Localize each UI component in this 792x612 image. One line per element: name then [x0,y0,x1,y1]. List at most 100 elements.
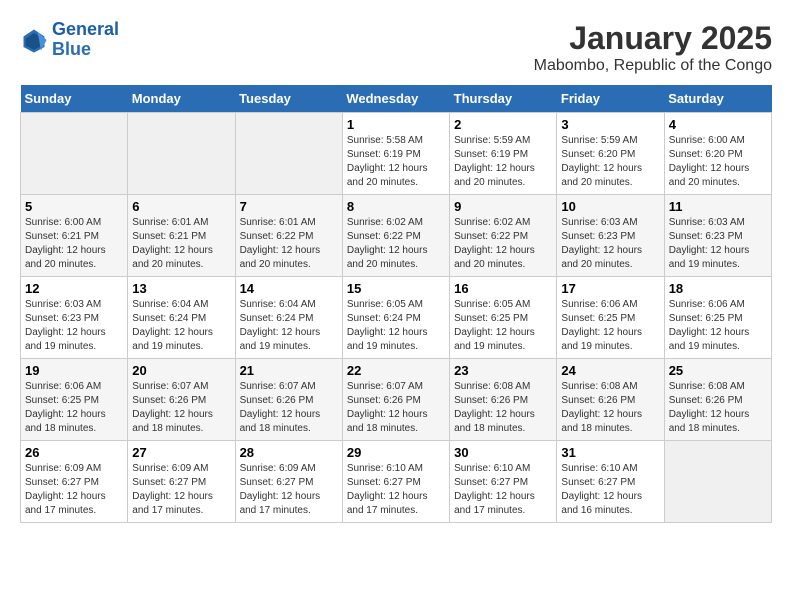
header-cell-wednesday: Wednesday [342,85,449,113]
day-info: Sunrise: 6:03 AM Sunset: 6:23 PM Dayligh… [25,298,123,354]
day-cell: 20 Sunrise: 6:07 AM Sunset: 6:26 PM Dayli… [128,359,235,441]
day-info: Sunrise: 5:58 AM Sunset: 6:19 PM Dayligh… [347,134,445,190]
day-cell: 28 Sunrise: 6:09 AM Sunset: 6:27 PM Dayli… [235,441,342,523]
logo-icon [20,26,48,54]
day-cell [128,113,235,195]
day-info: Sunrise: 6:03 AM Sunset: 6:23 PM Dayligh… [561,216,659,272]
day-info: Sunrise: 6:05 AM Sunset: 6:25 PM Dayligh… [454,298,552,354]
day-cell: 17 Sunrise: 6:06 AM Sunset: 6:25 PM Dayli… [557,277,664,359]
day-number: 20 [132,363,230,378]
day-info: Sunrise: 5:59 AM Sunset: 6:19 PM Dayligh… [454,134,552,190]
day-cell: 29 Sunrise: 6:10 AM Sunset: 6:27 PM Dayli… [342,441,449,523]
day-cell: 26Sunrise: 6:09 AM Sunset: 6:27 PM Dayli… [21,441,128,523]
day-number: 17 [561,281,659,296]
day-cell: 16Sunrise: 6:05 AM Sunset: 6:25 PM Dayli… [450,277,557,359]
day-info: Sunrise: 6:04 AM Sunset: 6:24 PM Dayligh… [132,298,230,354]
day-number: 10 [561,199,659,214]
day-number: 7 [240,199,338,214]
day-number: 13 [132,281,230,296]
subtitle: Mabombo, Republic of the Congo [534,57,772,75]
day-info: Sunrise: 6:10 AM Sunset: 6:27 PM Dayligh… [347,462,445,518]
day-info: Sunrise: 6:06 AM Sunset: 6:25 PM Dayligh… [669,298,767,354]
day-info: Sunrise: 6:08 AM Sunset: 6:26 PM Dayligh… [561,380,659,436]
day-info: Sunrise: 6:06 AM Sunset: 6:25 PM Dayligh… [561,298,659,354]
day-cell: 3Sunrise: 5:59 AM Sunset: 6:20 PM Daylig… [557,113,664,195]
day-number: 24 [561,363,659,378]
logo-text: General Blue [52,20,119,60]
day-info: Sunrise: 6:09 AM Sunset: 6:27 PM Dayligh… [240,462,338,518]
day-number: 28 [240,445,338,460]
main-title: January 2025 [534,20,772,57]
day-cell: 13 Sunrise: 6:04 AM Sunset: 6:24 PM Dayli… [128,277,235,359]
day-cell: 31Sunrise: 6:10 AM Sunset: 6:27 PM Dayli… [557,441,664,523]
day-cell: 25 Sunrise: 6:08 AM Sunset: 6:26 PM Dayli… [664,359,771,441]
day-info: Sunrise: 6:07 AM Sunset: 6:26 PM Dayligh… [347,380,445,436]
logo: General Blue [20,20,119,60]
day-info: Sunrise: 6:09 AM Sunset: 6:27 PM Dayligh… [132,462,230,518]
header-row: SundayMondayTuesdayWednesdayThursdayFrid… [21,85,772,113]
day-number: 5 [25,199,123,214]
day-cell: 9Sunrise: 6:02 AM Sunset: 6:22 PM Daylig… [450,195,557,277]
day-info: Sunrise: 6:08 AM Sunset: 6:26 PM Dayligh… [454,380,552,436]
day-info: Sunrise: 6:10 AM Sunset: 6:27 PM Dayligh… [561,462,659,518]
day-cell: 15 Sunrise: 6:05 AM Sunset: 6:24 PM Dayli… [342,277,449,359]
day-cell: 23 Sunrise: 6:08 AM Sunset: 6:26 PM Dayli… [450,359,557,441]
day-info: Sunrise: 6:00 AM Sunset: 6:20 PM Dayligh… [669,134,767,190]
day-cell: 27Sunrise: 6:09 AM Sunset: 6:27 PM Dayli… [128,441,235,523]
day-info: Sunrise: 6:01 AM Sunset: 6:21 PM Dayligh… [132,216,230,272]
day-number: 8 [347,199,445,214]
day-info: Sunrise: 6:01 AM Sunset: 6:22 PM Dayligh… [240,216,338,272]
day-number: 25 [669,363,767,378]
day-cell: 21Sunrise: 6:07 AM Sunset: 6:26 PM Dayli… [235,359,342,441]
day-cell: 10 Sunrise: 6:03 AM Sunset: 6:23 PM Dayli… [557,195,664,277]
day-info: Sunrise: 6:00 AM Sunset: 6:21 PM Dayligh… [25,216,123,272]
day-cell: 8 Sunrise: 6:02 AM Sunset: 6:22 PM Daylig… [342,195,449,277]
day-cell: 12 Sunrise: 6:03 AM Sunset: 6:23 PM Dayli… [21,277,128,359]
day-number: 9 [454,199,552,214]
day-cell: 2 Sunrise: 5:59 AM Sunset: 6:19 PM Daylig… [450,113,557,195]
day-number: 18 [669,281,767,296]
calendar-header: SundayMondayTuesdayWednesdayThursdayFrid… [21,85,772,113]
day-info: Sunrise: 6:08 AM Sunset: 6:26 PM Dayligh… [669,380,767,436]
day-info: Sunrise: 6:09 AM Sunset: 6:27 PM Dayligh… [25,462,123,518]
header-cell-friday: Friday [557,85,664,113]
day-cell: 22 Sunrise: 6:07 AM Sunset: 6:26 PM Dayli… [342,359,449,441]
day-number: 15 [347,281,445,296]
header-cell-sunday: Sunday [21,85,128,113]
day-cell: 5 Sunrise: 6:00 AM Sunset: 6:21 PM Daylig… [21,195,128,277]
day-number: 29 [347,445,445,460]
calendar-table: SundayMondayTuesdayWednesdayThursdayFrid… [20,85,772,523]
header-cell-monday: Monday [128,85,235,113]
day-number: 30 [454,445,552,460]
week-row-1: 1 Sunrise: 5:58 AM Sunset: 6:19 PM Daylig… [21,113,772,195]
day-info: Sunrise: 6:06 AM Sunset: 6:25 PM Dayligh… [25,380,123,436]
day-cell: 19Sunrise: 6:06 AM Sunset: 6:25 PM Dayli… [21,359,128,441]
day-number: 22 [347,363,445,378]
week-row-5: 26Sunrise: 6:09 AM Sunset: 6:27 PM Dayli… [21,441,772,523]
day-cell: 6 Sunrise: 6:01 AM Sunset: 6:21 PM Daylig… [128,195,235,277]
day-number: 23 [454,363,552,378]
day-info: Sunrise: 6:04 AM Sunset: 6:24 PM Dayligh… [240,298,338,354]
day-cell [21,113,128,195]
day-number: 14 [240,281,338,296]
day-cell: 18 Sunrise: 6:06 AM Sunset: 6:25 PM Dayli… [664,277,771,359]
day-cell: 1 Sunrise: 5:58 AM Sunset: 6:19 PM Daylig… [342,113,449,195]
day-info: Sunrise: 6:02 AM Sunset: 6:22 PM Dayligh… [347,216,445,272]
day-info: Sunrise: 6:05 AM Sunset: 6:24 PM Dayligh… [347,298,445,354]
day-cell: 24 Sunrise: 6:08 AM Sunset: 6:26 PM Dayli… [557,359,664,441]
title-area: January 2025 Mabombo, Republic of the Co… [534,20,772,75]
header: General Blue January 2025 Mabombo, Repub… [20,20,772,75]
day-cell: 4Sunrise: 6:00 AM Sunset: 6:20 PM Daylig… [664,113,771,195]
day-info: Sunrise: 6:03 AM Sunset: 6:23 PM Dayligh… [669,216,767,272]
day-number: 12 [25,281,123,296]
calendar-body: 1 Sunrise: 5:58 AM Sunset: 6:19 PM Daylig… [21,113,772,523]
day-number: 1 [347,117,445,132]
day-number: 6 [132,199,230,214]
day-number: 11 [669,199,767,214]
day-number: 2 [454,117,552,132]
day-info: Sunrise: 6:07 AM Sunset: 6:26 PM Dayligh… [132,380,230,436]
day-info: Sunrise: 5:59 AM Sunset: 6:20 PM Dayligh… [561,134,659,190]
day-cell [664,441,771,523]
week-row-3: 12 Sunrise: 6:03 AM Sunset: 6:23 PM Dayli… [21,277,772,359]
header-cell-saturday: Saturday [664,85,771,113]
